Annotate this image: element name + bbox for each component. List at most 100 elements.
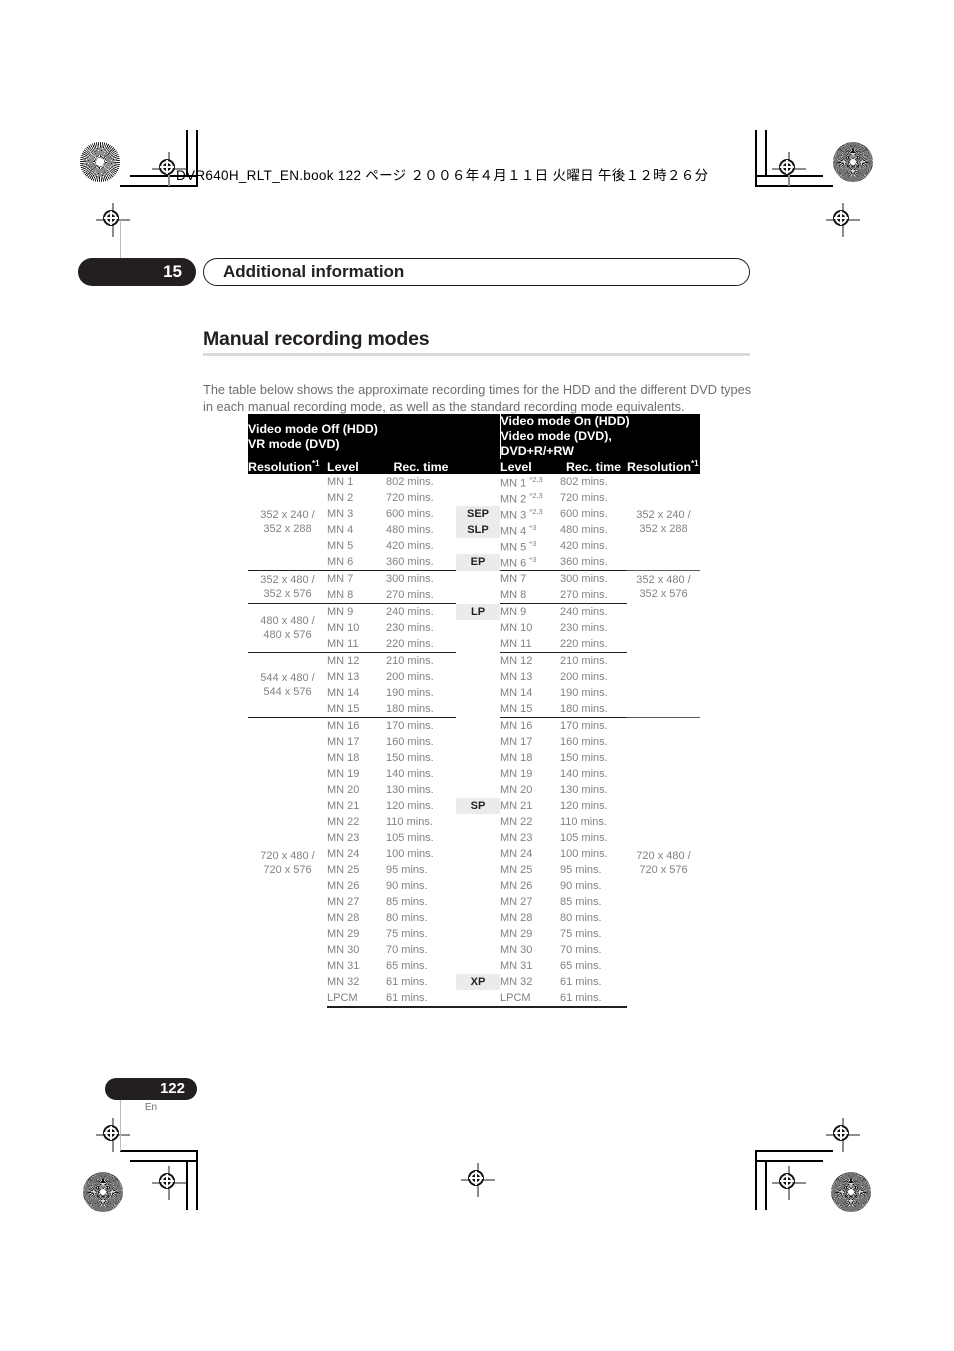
- level-right-cell: MN 19: [500, 768, 533, 781]
- rectime-left-cell: 85 mins.: [386, 896, 428, 909]
- rectime-right-cell: 140 mins.: [560, 768, 608, 781]
- mode-cell-empty: [456, 734, 500, 750]
- level-left-cell: MN 18: [327, 752, 360, 765]
- level-left-cell: MN 16: [327, 717, 386, 735]
- rectime-right-cell: 300 mins.: [560, 570, 627, 588]
- mode-cell-empty: [456, 474, 500, 490]
- resolution-left-line2: 352 x 576: [263, 588, 312, 601]
- footnote-marker-1-left: *1: [312, 459, 320, 468]
- mode-cell-empty: [456, 814, 500, 830]
- header-group-left: Video mode Off (HDD) VR mode (DVD): [248, 414, 456, 459]
- level-right-cell: MN 16: [500, 717, 560, 735]
- registration-crosshair-left-upper: [96, 203, 130, 237]
- column-header-level-left: Level: [327, 459, 386, 475]
- page-number-badge: 122: [105, 1078, 197, 1100]
- registration-rosette-top-right: [833, 142, 873, 182]
- rectime-right-cell: 160 mins.: [560, 736, 608, 749]
- registration-crosshair-right-lower: [826, 1118, 860, 1152]
- mode-cell-empty: [456, 990, 500, 1009]
- footnote-marker: *2,3: [529, 490, 543, 500]
- mode-cell-empty: [456, 750, 500, 766]
- rectime-right-cell: 720 mins.: [560, 492, 608, 505]
- registration-crosshair-right-upper: [826, 203, 860, 237]
- mode-cell-empty: [456, 701, 500, 718]
- level-left-cell: MN 23: [327, 832, 360, 845]
- level-right-cell: MN 29: [500, 928, 533, 941]
- level-right-cell: MN 2 *2,3: [500, 490, 543, 506]
- resolution-right-cell: [627, 653, 700, 718]
- header-group-spacer: [456, 414, 501, 459]
- level-right-cell: MN 8: [500, 589, 527, 602]
- rectime-left-cell: 150 mins.: [386, 752, 434, 765]
- footnote-marker: *2,3: [529, 506, 543, 516]
- rectime-right-cell: 180 mins.: [560, 703, 608, 716]
- rectime-left-cell: 720 mins.: [386, 492, 434, 505]
- rectime-right-cell: 85 mins.: [560, 896, 602, 909]
- rectime-left-cell: 100 mins.: [386, 848, 434, 861]
- resolution-left-line1: 480 x 480 /: [260, 615, 315, 628]
- mode-cell-empty: [456, 571, 500, 588]
- chapter-bar: 15 Additional information: [78, 258, 750, 288]
- rectime-left-cell: 270 mins.: [386, 589, 434, 602]
- rectime-right-cell: 360 mins.: [560, 556, 608, 569]
- level-left-cell: MN 7: [327, 570, 386, 588]
- rectime-left-cell: 140 mins.: [386, 768, 434, 781]
- mode-cell-empty: [456, 636, 500, 653]
- resolution-left-line1: 352 x 480 /: [260, 574, 315, 587]
- level-left-cell: MN 26: [327, 880, 360, 893]
- mode-cell-empty: [456, 894, 500, 910]
- rectime-right-cell: 200 mins.: [560, 671, 608, 684]
- mode-cell-empty: [456, 685, 500, 701]
- level-left-cell: MN 13: [327, 671, 360, 684]
- level-right-cell: MN 24: [500, 848, 533, 861]
- rectime-left-cell: 360 mins.: [386, 556, 434, 569]
- rectime-right-cell: 420 mins.: [560, 540, 608, 553]
- header-group-left-line1: Video mode Off (HDD): [248, 421, 378, 436]
- resolution-right-line2: 352 x 288: [639, 523, 688, 536]
- level-left-cell: LPCM: [327, 990, 386, 1009]
- rectime-left-cell: 420 mins.: [386, 540, 434, 553]
- rectime-right-cell: 65 mins.: [560, 960, 602, 973]
- level-left-cell: MN 15: [327, 703, 360, 716]
- rectime-right-cell: 270 mins.: [560, 589, 608, 602]
- table-row: 720 x 480 /720 x 576 MN 16 170 mins. MN 16 …: [248, 717, 700, 1008]
- level-right-cell: MN 6 *3: [500, 554, 537, 570]
- rectime-left-cell: 65 mins.: [386, 960, 428, 973]
- mode-cell-empty: [456, 958, 500, 974]
- level-left-cell: MN 24: [327, 848, 360, 861]
- rectime-left-cell: 200 mins.: [386, 671, 434, 684]
- level-left-cell: MN 8: [327, 589, 354, 602]
- resolution-right-cell: 352 x 240 /352 x 288: [627, 474, 700, 571]
- resolution-left-line1: 720 x 480 /: [260, 849, 315, 862]
- mode-cell-empty: [456, 718, 500, 735]
- page-language-code: En: [144, 1102, 158, 1113]
- resolution-left-line1: 352 x 240 /: [260, 509, 315, 522]
- level-right-cell: MN 20: [500, 784, 533, 797]
- registration-crosshair-bottom-right: [772, 1166, 806, 1200]
- chapter-title: Additional information: [203, 258, 750, 286]
- mode-cell-empty: [456, 653, 500, 670]
- intro-paragraph: The table below shows the approximate re…: [203, 381, 752, 414]
- resolution-right-line1: 352 x 240 /: [636, 509, 691, 522]
- registration-crosshair-top-right: [772, 152, 806, 186]
- rectime-right-cell: 105 mins.: [560, 832, 608, 845]
- header-group-right-line1: Video mode On (HDD): [500, 414, 630, 428]
- mode-badge-slp: SLP: [456, 522, 500, 539]
- mode-cell-empty: [456, 926, 500, 942]
- rectime-left-cell: 80 mins.: [386, 912, 428, 925]
- level-left-cell: MN 6: [327, 556, 354, 569]
- level-right-cell: MN 21: [500, 800, 533, 813]
- level-right-cell: MN 15: [500, 703, 533, 716]
- resolution-left-cell: 480 x 480 /480 x 576: [248, 603, 327, 653]
- resolution-right-line2: 352 x 576: [639, 588, 688, 601]
- resolution-right-cell: 720 x 480 /720 x 576: [627, 717, 700, 1008]
- level-right-cell: MN 12: [500, 652, 560, 670]
- level-right-cell: MN 10: [500, 622, 533, 635]
- level-left-cell: MN 30: [327, 944, 360, 957]
- level-right-cell: MN 7: [500, 570, 560, 588]
- column-header-rectime-right: Rec. time: [560, 459, 627, 475]
- resolution-left-line2: 544 x 576: [263, 686, 312, 699]
- level-left-cell: MN 1: [327, 476, 354, 489]
- rectime-left-cell: 75 mins.: [386, 928, 428, 941]
- level-left-cell: MN 3: [327, 508, 354, 521]
